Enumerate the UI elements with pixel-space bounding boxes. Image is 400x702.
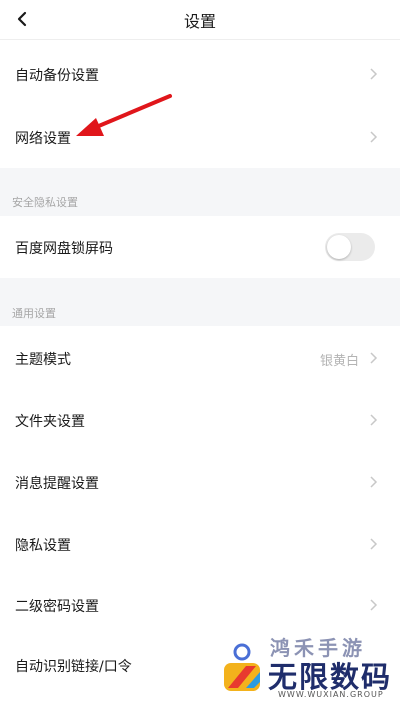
settings-item-lock-screen: 百度网盘锁屏码	[0, 216, 400, 278]
toggle-knob	[327, 235, 351, 259]
watermark: 鸿禾手游 无限数码 WWW.WUXIAN.GROUP	[212, 630, 400, 702]
chevron-right-icon	[370, 599, 378, 611]
settings-item-label: 网络设置	[15, 131, 71, 147]
top-bar: 设置	[0, 0, 400, 40]
settings-item-theme[interactable]: 主题模式 银黄白	[0, 326, 400, 388]
chevron-right-icon	[370, 352, 378, 364]
settings-item-backup[interactable]: 自动备份设置	[0, 41, 400, 106]
section-header-security: 安全隐私设置	[0, 168, 400, 216]
chevron-right-icon	[370, 538, 378, 550]
chevron-right-icon	[370, 68, 378, 80]
settings-item-secondary-password[interactable]: 二级密码设置	[0, 574, 400, 636]
annotation-arrow-icon	[76, 94, 172, 136]
brand-logo-icon	[224, 643, 260, 691]
section-header-general: 通用设置	[0, 278, 400, 326]
settings-item-label: 主题模式	[15, 352, 71, 368]
chevron-right-icon	[370, 414, 378, 426]
settings-item-network[interactable]: 网络设置	[0, 106, 400, 168]
lock-screen-toggle[interactable]	[325, 233, 375, 261]
settings-item-label: 文件夹设置	[15, 414, 85, 430]
settings-item-label: 百度网盘锁屏码	[15, 241, 113, 257]
chevron-right-icon	[370, 476, 378, 488]
settings-item-notifications[interactable]: 消息提醒设置	[0, 450, 400, 512]
theme-value: 银黄白	[319, 354, 359, 369]
section-title: 安全隐私设置	[12, 196, 78, 209]
page-title: 设置	[183, 12, 216, 31]
section-title: 通用设置	[12, 307, 56, 320]
settings-item-label: 二级密码设置	[15, 599, 99, 615]
settings-item-label: 自动识别链接/口令	[15, 659, 132, 675]
settings-item-label: 消息提醒设置	[15, 476, 99, 492]
chevron-right-icon	[370, 131, 378, 143]
watermark-url-text: WWW.WUXIAN.GROUP	[278, 690, 384, 699]
settings-item-folder[interactable]: 文件夹设置	[0, 388, 400, 450]
settings-item-label: 隐私设置	[15, 538, 71, 554]
settings-item-privacy[interactable]: 隐私设置	[0, 512, 400, 574]
settings-item-label: 自动备份设置	[15, 68, 99, 84]
